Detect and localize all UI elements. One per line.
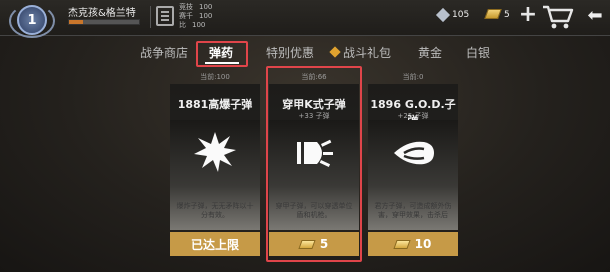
silver-count: 105 bbox=[452, 10, 470, 20]
explosion-icon bbox=[192, 130, 238, 176]
xp-bar-fill bbox=[69, 20, 83, 24]
card-title: 1881高爆子弹 bbox=[177, 98, 253, 111]
add-currency-button[interactable]: + bbox=[517, 4, 539, 28]
tab-special-offers[interactable]: 特别优惠 bbox=[266, 44, 314, 61]
silver-icon bbox=[435, 7, 451, 23]
top-bar: 1 杰克孩&格兰特 竞技 100 赛千 100 比 100 105 5 + ⬅ bbox=[0, 0, 610, 38]
xp-bar bbox=[68, 19, 140, 25]
limit-reached-button[interactable]: 已达上限 bbox=[170, 232, 260, 256]
tab-war-shop[interactable]: 战争商店 bbox=[140, 44, 188, 61]
stat-label: 竞技 bbox=[179, 3, 193, 11]
buy-button[interactable]: 10 bbox=[368, 232, 458, 256]
card-description: 爆炸子弹，无无矛阵以十分有效。 bbox=[176, 202, 254, 219]
stat-label: 比 bbox=[179, 21, 186, 29]
stat-value: 100 bbox=[199, 3, 213, 11]
price: 10 bbox=[414, 237, 432, 251]
tab-silver[interactable]: 白银 bbox=[466, 44, 490, 61]
ammo-card-he[interactable]: 当前:100 1881高爆子弹 爆炸子弹，无无矛阵以十分有效。 已达上限 bbox=[170, 73, 260, 258]
stat-value: 100 bbox=[199, 12, 213, 20]
new-badge-icon bbox=[329, 46, 341, 58]
current-count: 当前:0 bbox=[402, 73, 424, 81]
back-button[interactable]: ⬅ bbox=[584, 4, 606, 28]
player-name: 杰克孩&格兰特 bbox=[68, 8, 136, 19]
gold-icon bbox=[484, 9, 502, 19]
level-badge[interactable]: 1 bbox=[3, 2, 61, 38]
ammo-card-god[interactable]: 当前:0 1896 G.O.D.子弹 +25 子弹 君方子弹，可造成额外伤害，穿… bbox=[368, 73, 458, 258]
headquarters-icon[interactable] bbox=[156, 6, 174, 26]
gold-count: 5 bbox=[504, 10, 510, 20]
card-description: 君方子弹，可造成额外伤害，穿甲效果，击杀后 bbox=[374, 202, 452, 219]
selected-card-highlight bbox=[266, 66, 362, 262]
gold-icon bbox=[393, 239, 411, 249]
wreath-icon bbox=[9, 4, 55, 38]
divider bbox=[150, 6, 151, 28]
current-count: 当前:100 bbox=[200, 73, 230, 81]
bullet-trail-icon bbox=[390, 130, 436, 176]
tab-battle-pack[interactable]: 战斗礼包 bbox=[343, 44, 391, 61]
cart-icon[interactable] bbox=[541, 3, 575, 31]
tab-gold[interactable]: 黄金 bbox=[418, 44, 442, 61]
stat-label: 赛千 bbox=[179, 12, 193, 20]
active-tab-underline bbox=[205, 62, 239, 64]
tab-ammo[interactable]: 弹药 bbox=[209, 44, 233, 61]
button-label: 已达上限 bbox=[190, 237, 239, 252]
stat-value: 100 bbox=[192, 21, 206, 29]
stats-panel: 竞技 100 赛千 100 比 100 bbox=[179, 3, 212, 30]
